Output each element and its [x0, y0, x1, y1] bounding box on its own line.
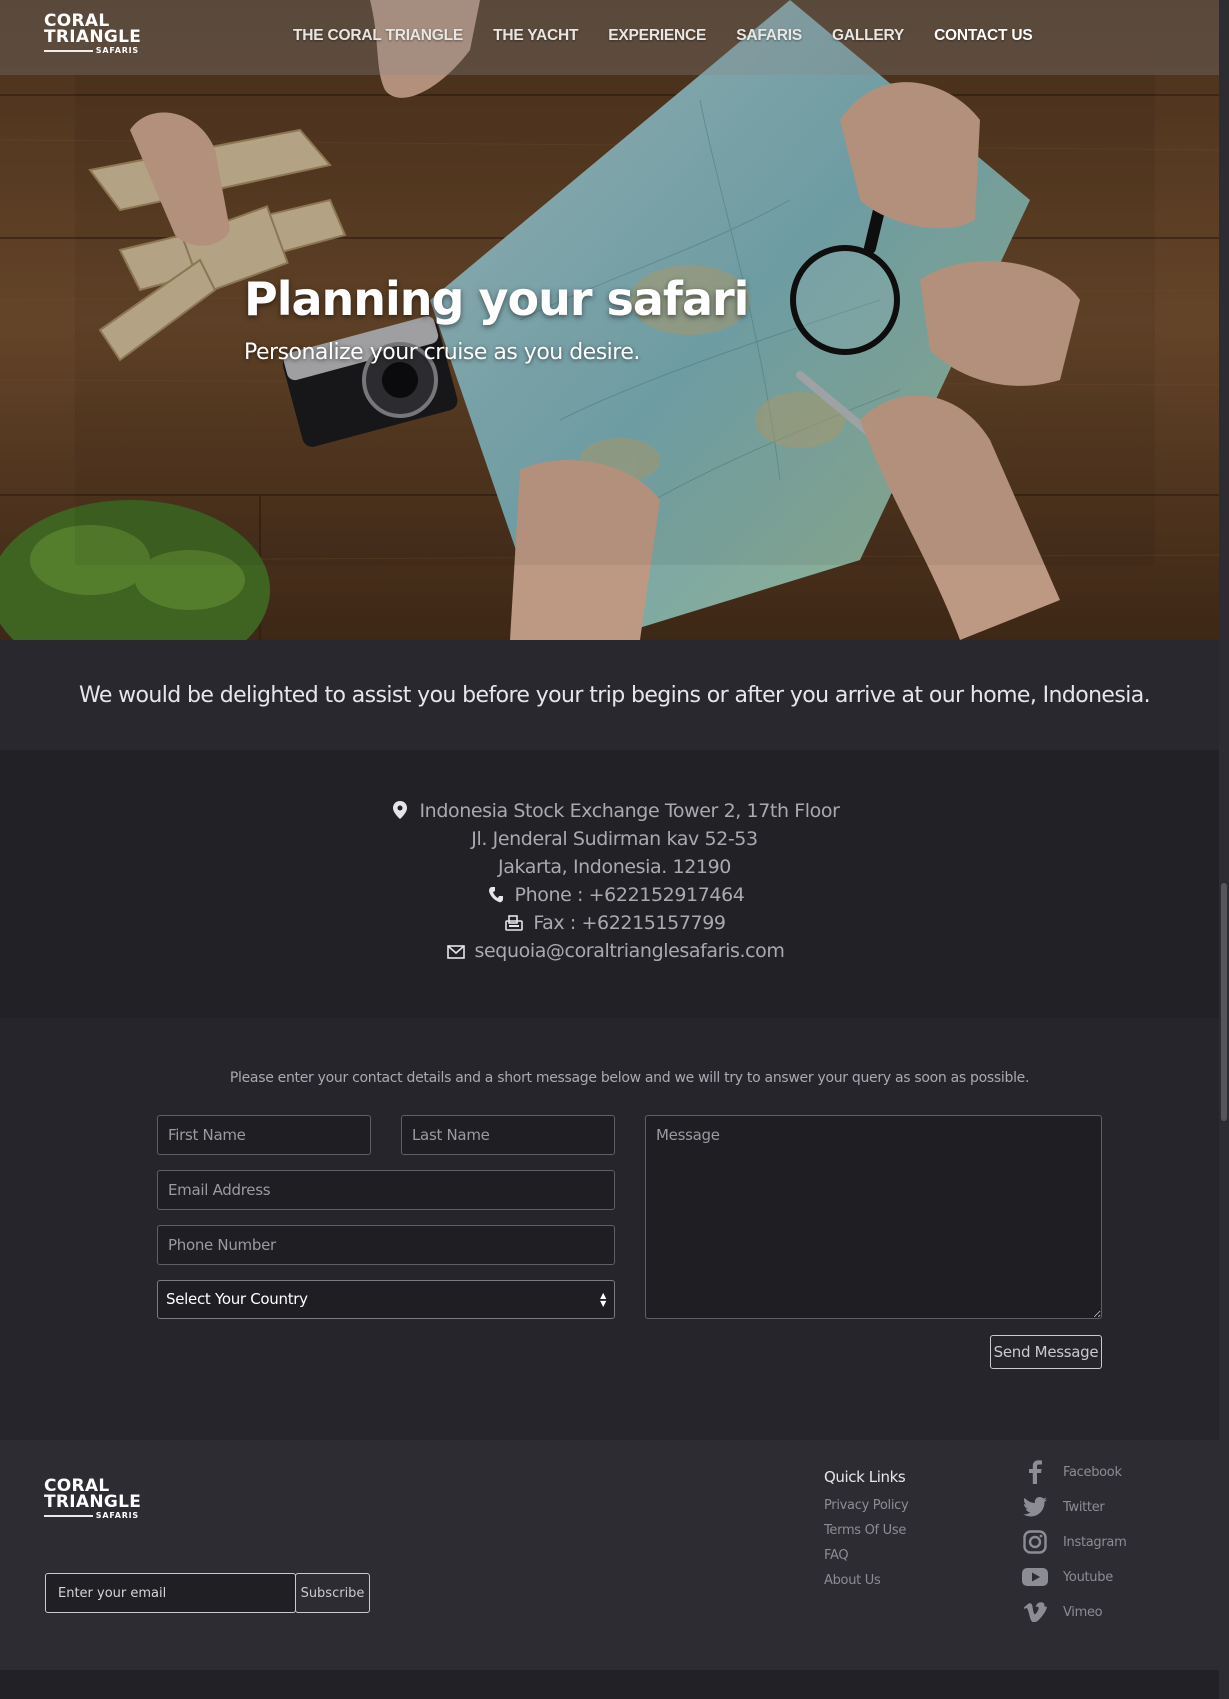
- logo-tagline: SAFARIS: [44, 46, 139, 56]
- hero-subtitle: Personalize your cruise as you desire.: [244, 340, 640, 365]
- logo-line-3: SAFARIS: [95, 46, 139, 55]
- youtube-icon: [1021, 1563, 1049, 1591]
- intro-text: We would be delighted to assist you befo…: [78, 682, 1151, 708]
- fax-icon: [505, 915, 524, 931]
- send-message-button[interactable]: Send Message: [990, 1335, 1102, 1369]
- footer-logo-line-3: SAFARIS: [95, 1511, 139, 1520]
- page-scrollbar-track[interactable]: [1219, 0, 1229, 1699]
- address-line-2: Jl. Jenderal Sudirman kav 52-53: [471, 828, 758, 850]
- quick-link-faq[interactable]: FAQ: [824, 1548, 849, 1563]
- nav-item-gallery[interactable]: GALLERY: [832, 27, 904, 45]
- facebook-icon: [1021, 1458, 1049, 1486]
- contact-form-section: Please enter your contact details and a …: [0, 1018, 1229, 1440]
- quick-link-privacy-policy[interactable]: Privacy Policy: [824, 1498, 909, 1513]
- quick-links-title: Quick Links: [824, 1468, 906, 1486]
- instagram-label: Instagram: [1063, 1534, 1127, 1550]
- twitter-label: Twitter: [1063, 1499, 1105, 1515]
- site-footer: CORAL TRIANGLE SAFARIS Subscribe Quick L…: [0, 1440, 1229, 1670]
- message-field[interactable]: [645, 1115, 1102, 1319]
- hero-banner: CORAL TRIANGLE SAFARIS THE CORAL TRIANGL…: [0, 0, 1229, 640]
- address-line-3: Jakarta, Indonesia. 12190: [498, 856, 731, 878]
- nav-item-experience[interactable]: EXPERIENCE: [608, 27, 706, 45]
- bottom-bar: [0, 1670, 1229, 1699]
- twitter-icon: [1021, 1493, 1049, 1521]
- nav-item-safaris[interactable]: SAFARIS: [736, 27, 802, 45]
- select-arrows-icon: ▲ ▼: [600, 1291, 606, 1308]
- first-name-field[interactable]: [157, 1115, 371, 1155]
- contact-info-section: Indonesia Stock Exchange Tower 2, 17th F…: [0, 750, 1229, 1018]
- top-navbar: CORAL TRIANGLE SAFARIS THE CORAL TRIANGL…: [0, 0, 1229, 75]
- quick-link-terms-of-use[interactable]: Terms Of Use: [824, 1523, 906, 1538]
- phone-icon: [488, 887, 503, 903]
- address-line-1: Indonesia Stock Exchange Tower 2, 17th F…: [419, 800, 840, 822]
- logo-wave-icon: [44, 50, 93, 52]
- address-line-1-row: Indonesia Stock Exchange Tower 2, 17th F…: [0, 800, 1229, 822]
- social-youtube[interactable]: Youtube: [1021, 1563, 1113, 1591]
- footer-logo-tagline: SAFARIS: [44, 1511, 139, 1521]
- nav-item-coral-triangle[interactable]: THE CORAL TRIANGLE: [293, 27, 463, 45]
- footer-logo[interactable]: CORAL TRIANGLE SAFARIS: [44, 1478, 142, 1521]
- vimeo-label: Vimeo: [1063, 1604, 1103, 1620]
- brand-logo[interactable]: CORAL TRIANGLE SAFARIS: [44, 13, 142, 56]
- newsletter-email-input[interactable]: [45, 1573, 296, 1613]
- phone-row: Phone : +622152917464: [0, 884, 1229, 906]
- nav-item-yacht[interactable]: THE YACHT: [493, 27, 578, 45]
- page-scrollbar-thumb[interactable]: [1221, 883, 1227, 1121]
- country-select[interactable]: Select Your Country ▲ ▼: [157, 1280, 615, 1319]
- last-name-field[interactable]: [401, 1115, 615, 1155]
- hero-title: Planning your safari: [244, 272, 749, 326]
- facebook-label: Facebook: [1063, 1464, 1122, 1480]
- logo-line-2: TRIANGLE: [44, 27, 142, 47]
- phone-field[interactable]: [157, 1225, 615, 1265]
- social-facebook[interactable]: Facebook: [1021, 1458, 1122, 1486]
- nav-item-contact-us[interactable]: CONTACT US: [934, 27, 1033, 45]
- intro-section: We would be delighted to assist you befo…: [0, 640, 1229, 750]
- quick-link-about-us[interactable]: About Us: [824, 1573, 881, 1588]
- email-link[interactable]: sequoia@coraltrianglesafaris.com: [475, 940, 785, 962]
- location-pin-icon: [393, 801, 408, 819]
- fax-text: Fax : +62215157799: [533, 912, 726, 934]
- main-nav: THE CORAL TRIANGLE THE YACHT EXPERIENCE …: [293, 0, 1063, 72]
- social-instagram[interactable]: Instagram: [1021, 1528, 1127, 1556]
- email-field[interactable]: [157, 1170, 615, 1210]
- email-row: sequoia@coraltrianglesafaris.com: [0, 940, 1229, 962]
- social-twitter[interactable]: Twitter: [1021, 1493, 1105, 1521]
- fax-row: Fax : +62215157799: [0, 912, 1229, 934]
- subscribe-button[interactable]: Subscribe: [295, 1573, 370, 1613]
- footer-logo-wave-icon: [44, 1515, 93, 1517]
- envelope-icon: [446, 945, 465, 959]
- vimeo-icon: [1021, 1598, 1049, 1626]
- instagram-icon: [1021, 1528, 1049, 1556]
- country-select-value: Select Your Country: [166, 1290, 308, 1308]
- footer-logo-line-2: TRIANGLE: [44, 1492, 142, 1512]
- phone-text[interactable]: Phone : +622152917464: [515, 884, 745, 906]
- form-hint: Please enter your contact details and a …: [229, 1070, 1030, 1086]
- youtube-label: Youtube: [1063, 1569, 1113, 1585]
- social-vimeo[interactable]: Vimeo: [1021, 1598, 1103, 1626]
